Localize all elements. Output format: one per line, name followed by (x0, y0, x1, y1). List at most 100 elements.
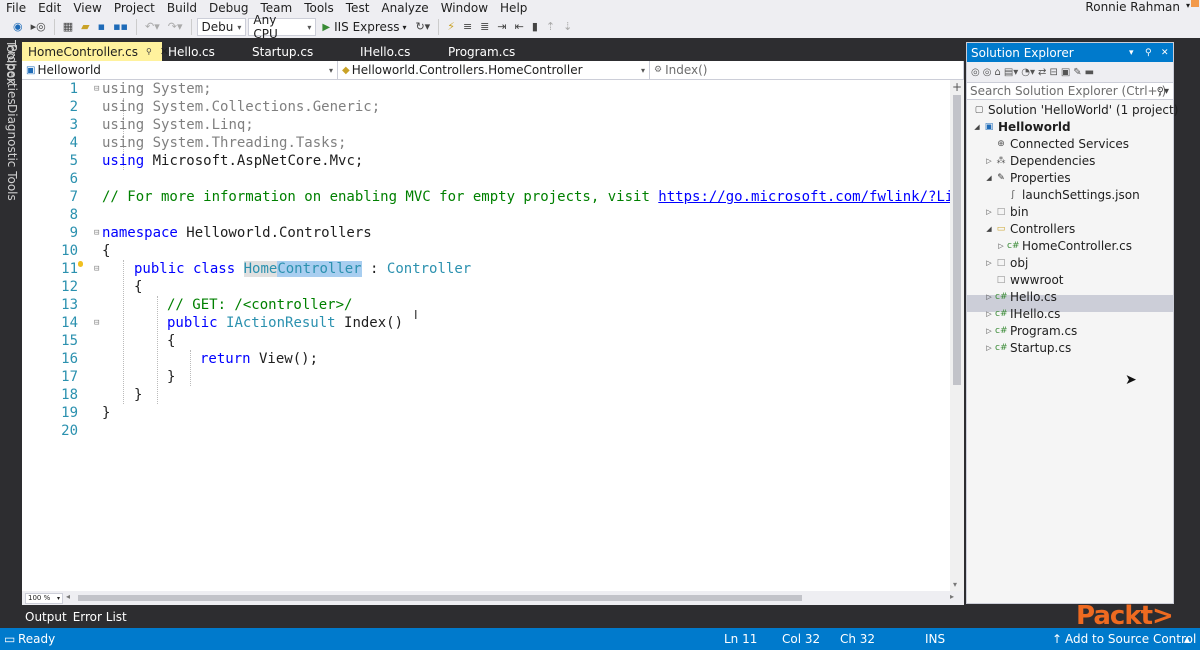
collapse-icon[interactable]: ⊟ (94, 314, 99, 332)
home-icon[interactable]: ⌂ (994, 67, 1000, 78)
save-icon[interactable]: ▪ (95, 18, 108, 36)
menu-analyze[interactable]: Analyze (375, 1, 434, 15)
redo-icon[interactable]: ↷▾ (165, 18, 186, 36)
horizontal-scrollbar[interactable]: 100 % ▾ ◂ ▸ (22, 591, 964, 605)
tree-item-hello[interactable]: ▷ c# Hello.cs (983, 288, 1057, 305)
menu-window[interactable]: Window (435, 1, 494, 15)
code-comment-link[interactable]: https://go.microsoft.com/fwlink/?LinkID (658, 189, 950, 205)
show-all-files-icon[interactable]: ▣ (1061, 67, 1070, 78)
collapse-icon[interactable]: ⊟ (94, 80, 99, 98)
collapsed-arrow-icon[interactable]: ▷ (983, 293, 995, 301)
tab-startup[interactable]: Startup.cs (246, 42, 344, 61)
menu-file[interactable]: File (0, 1, 32, 15)
tree-item-properties[interactable]: ◢ ✎ Properties (983, 169, 1070, 186)
collapse-icon[interactable]: ⊟ (94, 224, 99, 242)
tab-homecontroller[interactable]: HomeController.cs ⚲ ✕ (22, 42, 169, 61)
split-icon[interactable]: + (952, 80, 962, 94)
tree-item-ihello[interactable]: ▷ c# IHello.cs (983, 305, 1060, 322)
tree-item-bin[interactable]: ▷ □ bin (983, 203, 1028, 220)
bookmark-prev-icon[interactable]: ⇡ (543, 18, 558, 36)
tree-item-controllers[interactable]: ◢ ▭ Controllers (983, 220, 1075, 237)
menu-debug[interactable]: Debug (203, 1, 254, 15)
solution-platform-select[interactable]: Any CPU ▾ (248, 13, 317, 41)
tree-item-wwwroot[interactable]: □ wwwroot (995, 271, 1064, 288)
expanded-arrow-icon[interactable]: ◢ (983, 174, 995, 182)
menu-edit[interactable]: Edit (32, 1, 67, 15)
tab-output[interactable]: Output (22, 610, 70, 624)
collapsed-arrow-icon[interactable]: ▷ (983, 259, 995, 267)
scroll-down-icon[interactable]: ▾ (953, 580, 957, 589)
menu-test[interactable]: Test (340, 1, 376, 15)
chevron-up-icon[interactable]: ▴ (1184, 632, 1190, 646)
member-dropdown[interactable]: ⚙ Index() (650, 61, 964, 79)
status-insert-mode[interactable]: INS (925, 632, 945, 646)
properties-icon[interactable]: ✎ (1073, 67, 1081, 78)
preview-icon[interactable]: ▬ (1085, 67, 1094, 78)
search-icon[interactable]: ⚲▾ (1157, 86, 1169, 97)
account-dropdown-icon[interactable]: ▾ (1186, 1, 1190, 10)
scroll-left-icon[interactable]: ◂ (66, 592, 70, 601)
solution-search-input[interactable]: Search Solution Explorer (Ctrl+;) ⚲▾ (967, 82, 1173, 100)
code-editor[interactable]: 1 ⊟ using System; 2 using System.Collection… (22, 80, 964, 591)
undo-icon[interactable]: ↶▾ (142, 18, 163, 36)
collapsed-arrow-icon[interactable]: ▷ (983, 327, 995, 335)
chevron-down-icon[interactable]: ▾ (402, 23, 406, 32)
close-icon[interactable]: ✕ (1161, 48, 1169, 58)
forward-icon[interactable]: ◎ (983, 67, 992, 78)
collapse-icon[interactable]: ⊟ (94, 260, 99, 278)
tree-item-connected-services[interactable]: ⊕ Connected Services (995, 135, 1129, 152)
collapsed-arrow-icon[interactable]: ▷ (983, 310, 995, 318)
pin-icon[interactable]: ⚲ (1145, 48, 1152, 58)
scroll-thumb[interactable] (78, 595, 802, 601)
sync-icon[interactable]: ⇄ (1038, 67, 1046, 78)
class-name-selection[interactable]: Controller (277, 261, 362, 277)
collapsed-arrow-icon[interactable]: ▷ (983, 157, 995, 165)
tree-item-solution[interactable]: ▢ Solution 'HelloWorld' (1 project) (973, 101, 1179, 118)
browser-link-icon[interactable]: ⚡ (444, 18, 458, 36)
bookmark-next-icon[interactable]: ⇣ (560, 18, 575, 36)
tree-item-program[interactable]: ▷ c# Program.cs (983, 322, 1077, 339)
uncomment-icon[interactable]: ≣ (477, 18, 492, 36)
upload-icon[interactable]: ↑ (1052, 632, 1062, 646)
type-dropdown[interactable]: ◆ Helloworld.Controllers.HomeController … (338, 61, 650, 79)
tab-error-list[interactable]: Error List (70, 610, 130, 624)
lightbulb-icon[interactable] (78, 261, 83, 267)
solution-configuration-select[interactable]: Debu ▾ (196, 18, 247, 36)
chevron-down-icon[interactable]: ▾ (1129, 48, 1134, 58)
outdent-icon[interactable]: ⇤ (512, 18, 527, 36)
expanded-arrow-icon[interactable]: ◢ (971, 123, 983, 131)
feedback-badge-icon[interactable] (1191, 0, 1199, 7)
tree-item-obj[interactable]: ▷ □ obj (983, 254, 1028, 271)
save-all-icon[interactable]: ▪▪ (110, 18, 131, 36)
menu-build[interactable]: Build (161, 1, 203, 15)
back-icon[interactable]: ◉ (10, 18, 26, 36)
add-to-source-control-button[interactable]: Add to Source Control (1065, 632, 1196, 646)
comment-icon[interactable]: ≡ (460, 18, 475, 36)
tree-item-project[interactable]: ◢ ▣ Helloworld (971, 118, 1070, 135)
tree-item-launchsettings[interactable]: ʃ launchSettings.json (1007, 186, 1139, 203)
scroll-thumb[interactable] (953, 95, 961, 385)
back-icon[interactable]: ◎ (971, 67, 980, 78)
solution-explorer-title-bar[interactable]: Solution Explorer ▾ ⚲ ✕ (967, 43, 1173, 62)
menu-project[interactable]: Project (108, 1, 161, 15)
collapsed-arrow-icon[interactable]: ▷ (983, 344, 995, 352)
run-button[interactable]: ▶ IIS Express ▾ (318, 20, 410, 34)
indent-icon[interactable]: ⇥ (494, 18, 509, 36)
vertical-scrollbar[interactable]: + ▾ (950, 80, 964, 591)
scroll-right-icon[interactable]: ▸ (950, 592, 954, 601)
properties-tab[interactable]: Properties (5, 44, 19, 105)
code-area[interactable]: 1 ⊟ using System; 2 using System.Collection… (22, 80, 950, 591)
new-project-icon[interactable]: ▦ (60, 18, 76, 36)
account-name[interactable]: Ronnie Rahman (1085, 0, 1180, 14)
tab-program[interactable]: Program.cs (430, 42, 530, 61)
menu-help[interactable]: Help (494, 1, 533, 15)
expanded-arrow-icon[interactable]: ◢ (983, 225, 995, 233)
refresh-icon[interactable]: ↻▾ (412, 18, 433, 36)
tree-item-homecontroller[interactable]: ▷ c# HomeController.cs (995, 237, 1132, 254)
collapse-all-icon[interactable]: ⊟ (1049, 67, 1057, 78)
pin-icon[interactable]: ⚲ (146, 47, 152, 56)
menu-view[interactable]: View (67, 1, 107, 15)
forward-icon[interactable]: ▸◎ (28, 18, 49, 36)
collapsed-arrow-icon[interactable]: ▷ (983, 208, 995, 216)
project-dropdown[interactable]: ▣ Helloworld ▾ (22, 61, 338, 79)
